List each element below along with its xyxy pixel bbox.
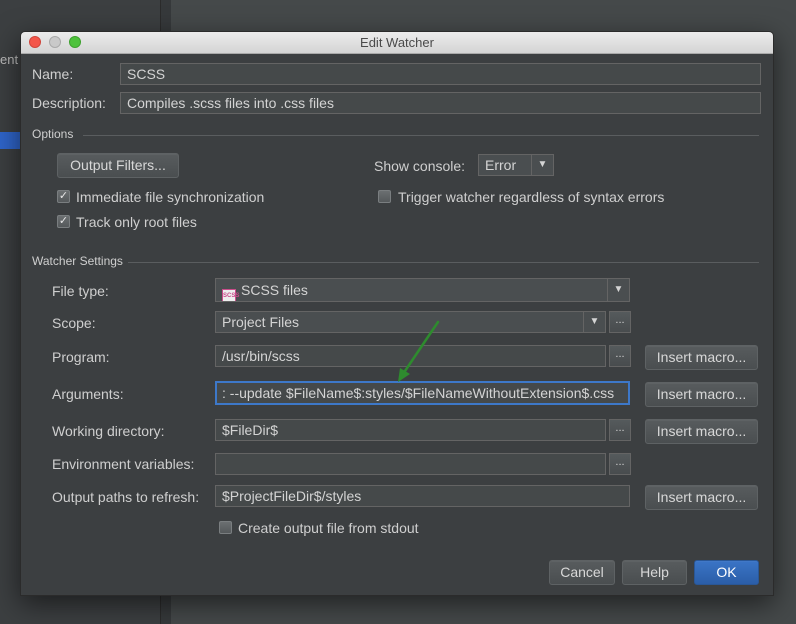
annotation-arrow-icon: [398, 320, 440, 382]
